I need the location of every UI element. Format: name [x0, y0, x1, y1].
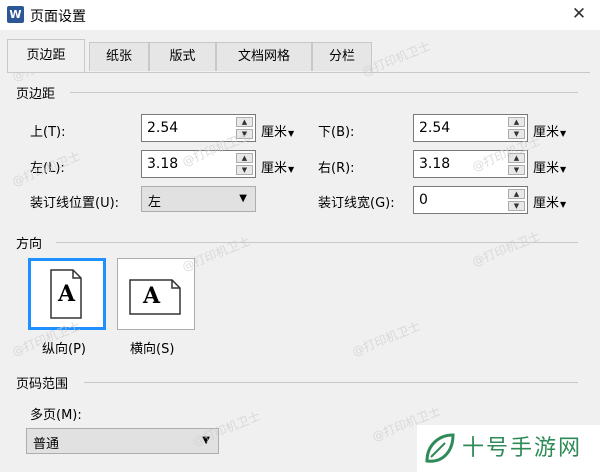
caret-down-icon: ▼ — [560, 129, 567, 138]
caret-down-icon: ▼ — [560, 165, 567, 174]
right-margin-label: 右(R): — [318, 161, 355, 176]
unit-label: 厘米 — [533, 161, 560, 176]
tab-paper[interactable]: 纸张 — [89, 42, 149, 71]
left-margin-value: 3.18 — [147, 156, 179, 172]
left-margin-unit-dropdown[interactable]: 厘米▼ — [261, 157, 294, 176]
bottom-margin-value: 2.54 — [419, 120, 451, 136]
watermark-text: @打印机卫士 — [10, 148, 83, 189]
gutter-width-spinner[interactable]: 0 ▲ ▼ — [413, 186, 528, 214]
right-margin-value: 3.18 — [419, 156, 451, 172]
spin-up-icon[interactable]: ▲ — [508, 117, 525, 127]
watermark-text: @打印机卫士 — [350, 318, 423, 359]
caret-down-icon: ▼ — [288, 165, 295, 174]
watermark-text: @打印机卫士 — [180, 233, 253, 274]
close-button[interactable]: ✕ — [566, 1, 592, 27]
caret-down-icon: ▼ — [288, 129, 295, 138]
gutter-position-label: 装订线位置(U): — [30, 196, 120, 211]
spin-down-icon[interactable]: ▼ — [508, 201, 525, 211]
bottom-margin-label: 下(B): — [318, 125, 355, 140]
brand-text: 十号手游网 — [462, 436, 583, 461]
margins-section-title: 页边距 — [16, 87, 56, 102]
brand-logo: 十号手游网 — [417, 425, 600, 472]
orientation-section-title: 方向 — [16, 237, 43, 252]
spin-up-icon[interactable]: ▲ — [236, 117, 253, 127]
watermark-text: @打印机卫士 — [190, 408, 263, 449]
portrait-glyph: A — [58, 281, 76, 307]
gutter-width-value: 0 — [419, 192, 428, 208]
gutter-position-select[interactable]: 左 ▼ — [141, 186, 256, 212]
window-title: 页面设置 — [30, 9, 86, 25]
title-bar — [0, 0, 600, 30]
gutter-width-label: 装订线宽(G): — [318, 196, 395, 211]
caret-down-icon: ▼ — [560, 200, 567, 209]
unit-label: 厘米 — [261, 125, 288, 140]
tab-divider — [7, 72, 590, 73]
unit-label: 厘米 — [533, 196, 560, 211]
caret-down-icon: ▼ — [239, 193, 247, 204]
close-icon: ✕ — [571, 4, 587, 24]
tab-document-grid[interactable]: 文档网格 — [216, 42, 312, 71]
landscape-label[interactable]: 横向(S) — [130, 338, 174, 357]
bottom-margin-spinner[interactable]: 2.54 ▲ ▼ — [413, 114, 528, 142]
spin-up-icon[interactable]: ▲ — [508, 189, 525, 199]
top-margin-unit-dropdown[interactable]: 厘米▼ — [261, 121, 294, 140]
landscape-glyph: A — [143, 283, 161, 309]
spin-down-icon[interactable]: ▼ — [236, 165, 253, 175]
right-margin-unit-dropdown[interactable]: 厘米▼ — [533, 157, 566, 176]
divider — [70, 92, 578, 93]
tab-margins[interactable]: 页边距 — [7, 39, 85, 72]
gutter-width-unit-dropdown[interactable]: 厘米▼ — [533, 192, 566, 211]
tab-layout[interactable]: 版式 — [149, 42, 216, 71]
gutter-position-value: 左 — [148, 195, 162, 210]
top-margin-value: 2.54 — [147, 120, 179, 136]
watermark-text: @打印机卫士 — [470, 228, 543, 269]
top-margin-label: 上(T): — [30, 125, 66, 140]
multiple-pages-value: 普通 — [33, 437, 60, 452]
multiple-pages-label: 多页(M): — [30, 408, 82, 423]
spin-up-icon[interactable]: ▲ — [236, 153, 253, 163]
leaf-logo-icon — [425, 433, 455, 463]
page-range-section-title: 页码范围 — [16, 377, 69, 392]
app-icon: W — [7, 6, 24, 23]
spin-down-icon[interactable]: ▼ — [508, 165, 525, 175]
divider — [84, 382, 578, 383]
portrait-option[interactable]: A — [28, 258, 106, 330]
unit-label: 厘米 — [261, 161, 288, 176]
multiple-pages-select[interactable]: 普通 ▼ — [26, 428, 219, 454]
